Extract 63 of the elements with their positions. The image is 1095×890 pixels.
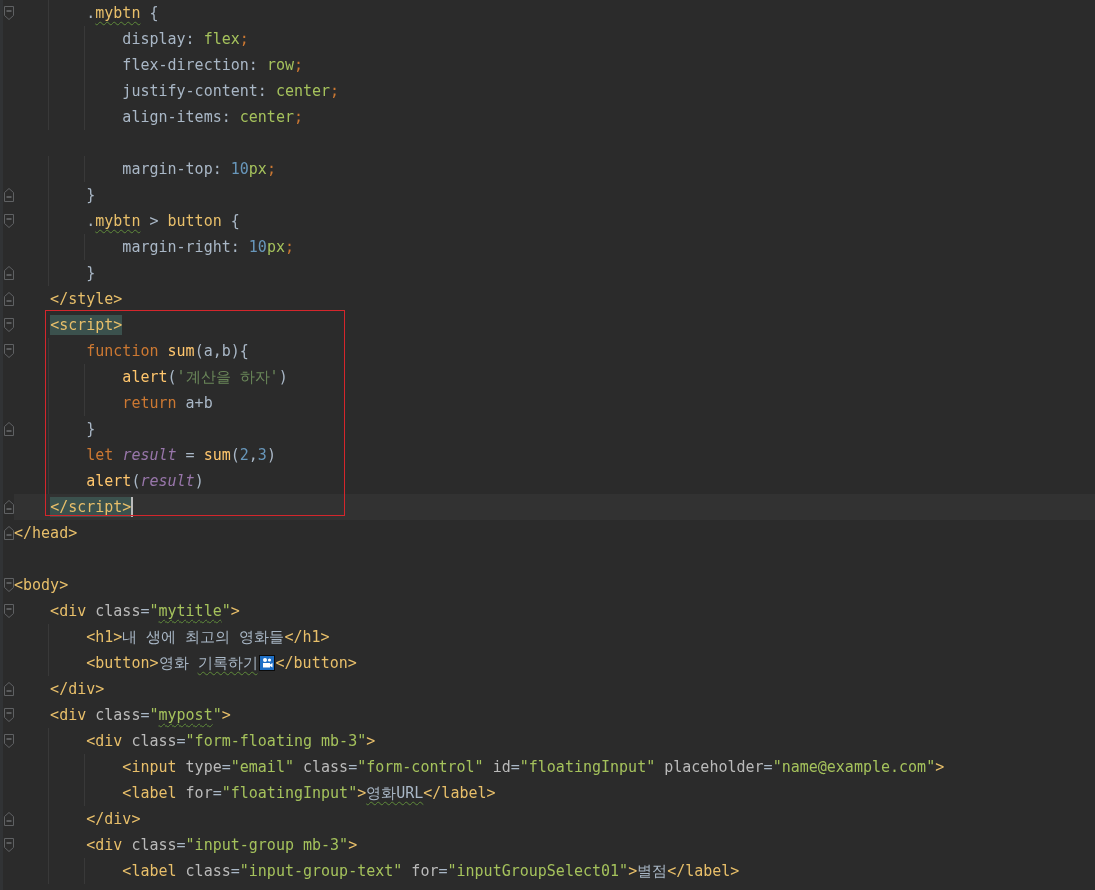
code-text: function sum(a,b){ [85, 341, 249, 361]
fold-icon[interactable] [3, 526, 14, 540]
misspelled-word: mybtn [95, 3, 141, 23]
fold-icon[interactable] [3, 214, 14, 228]
code-text: alert(result) [85, 471, 204, 491]
fold-icon[interactable] [3, 500, 14, 514]
code-text: margin-right: 10px; [121, 237, 294, 257]
misspelled-word: 영화URL [366, 783, 424, 803]
code-text: <body> [14, 575, 69, 595]
code-text: alert('계산을 하자') [121, 367, 288, 387]
code-text: > button { [148, 211, 240, 231]
matched-tag: </script> [50, 497, 132, 517]
text-cursor [131, 497, 134, 517]
fold-icon[interactable] [3, 838, 14, 852]
code-text: } [85, 263, 96, 283]
fold-icon[interactable] [3, 292, 14, 306]
code-text: <div class="form-floating mb-3"> [85, 731, 376, 751]
fold-icon[interactable] [3, 344, 14, 358]
code-text: display: flex; [121, 29, 249, 49]
code-text: <h1>내 생에 최고의 영화들</h1> [85, 627, 330, 647]
misspelled-word: 기록하기 [197, 653, 258, 673]
code-text: </div> [85, 809, 141, 829]
fold-icon[interactable] [3, 266, 14, 280]
code-text: let result = sum(2,3) [85, 445, 276, 465]
code-text: <button>영화 [85, 653, 190, 673]
code-text: } [85, 185, 96, 205]
fold-icon[interactable] [3, 6, 14, 20]
code-text: <div class=" [49, 705, 159, 725]
fold-icon[interactable] [3, 812, 14, 826]
code-text: <label class="input-group-text" for="inputGroupSelect01">별점</label> [121, 861, 740, 881]
code-text: return a+b [121, 393, 213, 413]
code-text: </div> [49, 679, 105, 699]
fold-icon[interactable] [3, 734, 14, 748]
fold-icon[interactable] [3, 318, 14, 332]
fold-icon[interactable] [3, 188, 14, 202]
fold-icon[interactable] [3, 604, 14, 618]
misspelled-word: mytitle [158, 601, 222, 621]
fold-icon[interactable] [3, 708, 14, 722]
code-text: <label for="floatingInput"> [121, 783, 367, 803]
code-text: </head> [14, 523, 78, 543]
misspelled-word: mybtn [95, 211, 141, 231]
code-text: margin-top: 10px; [121, 159, 276, 179]
code-text: align-items: center; [121, 107, 303, 127]
code-text: </label> [423, 783, 496, 803]
misspelled-word: mypost [158, 705, 213, 725]
code-text: } [85, 419, 96, 439]
code-text: <div class=" [49, 601, 159, 621]
matched-tag: <script> [50, 315, 123, 335]
fold-icon[interactable] [3, 578, 14, 592]
fold-icon[interactable] [3, 422, 14, 436]
code-text: justify-content: center; [121, 81, 340, 101]
code-text: "> [221, 601, 240, 621]
code-text: { [148, 3, 159, 23]
code-text: flex-direction: row; [121, 55, 303, 75]
fold-icon[interactable] [3, 682, 14, 696]
code-text: <input type="email" class="form-control" id="floatingInput" placeholder="name@example.com"> [121, 757, 945, 777]
code-text: </style> [49, 289, 123, 309]
code-text: . [85, 211, 96, 231]
code-text: "> [212, 705, 231, 725]
code-text: </button> [275, 653, 357, 673]
code-text: . [85, 3, 96, 23]
movie-camera-icon [258, 655, 275, 671]
code-text: <div class="input-group mb-3"> [85, 835, 358, 855]
